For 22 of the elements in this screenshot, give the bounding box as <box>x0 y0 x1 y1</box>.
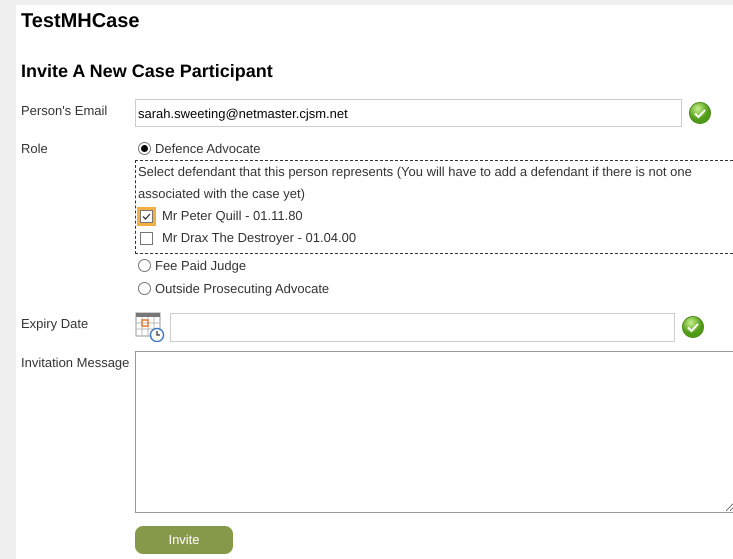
radio-button[interactable] <box>138 282 151 295</box>
checkbox[interactable] <box>140 232 153 244</box>
radio-label[interactable]: Outside Prosecuting Advocate <box>155 277 330 300</box>
calendar-clock-icon[interactable] <box>135 312 165 342</box>
instruction-text: Select defendant that this person represents (You will have to add a defendant if there is not one associated with the case yet) <box>138 163 693 203</box>
field-label: Invitation Message <box>21 354 130 372</box>
checkbox-label[interactable]: Mr Drax The Destroyer - 01.04.00 <box>162 227 356 249</box>
valid-check-icon <box>689 102 711 124</box>
field-label: Role <box>21 140 49 158</box>
email-field[interactable]: sarah.sweeting@netmaster.cjsm.net <box>135 99 682 127</box>
field-label: Expiry Date <box>21 315 90 333</box>
radio-label[interactable]: Defence Advocate <box>155 137 261 160</box>
radio-button[interactable] <box>138 259 151 272</box>
date-field[interactable] <box>170 312 675 342</box>
valid-check-icon <box>682 316 704 338</box>
field-label: Person's Email <box>21 102 108 120</box>
checkbox-label[interactable]: Mr Peter Quill - 01.11.80 <box>162 205 303 227</box>
radio-label[interactable]: Fee Paid Judge <box>155 254 246 277</box>
radio-button[interactable] <box>138 142 151 155</box>
case-title: TestMHCase <box>21 9 141 33</box>
message-field[interactable] <box>135 351 733 513</box>
page-heading: Invite A New Case Participant <box>21 60 274 83</box>
